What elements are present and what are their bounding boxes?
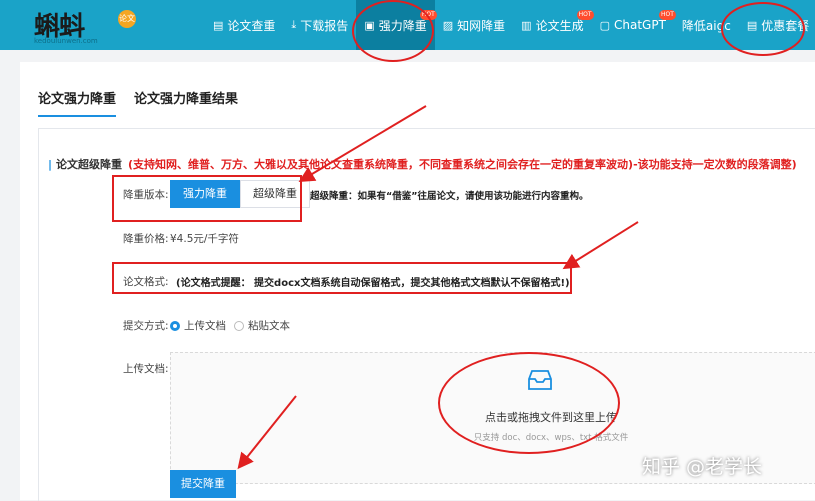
annotation-arrows xyxy=(237,105,639,470)
arrow-to-format xyxy=(562,221,639,270)
arrow-to-submit xyxy=(237,395,297,470)
arrow-to-mode xyxy=(298,105,427,183)
watermark: 知乎 @老学长 xyxy=(642,456,763,478)
